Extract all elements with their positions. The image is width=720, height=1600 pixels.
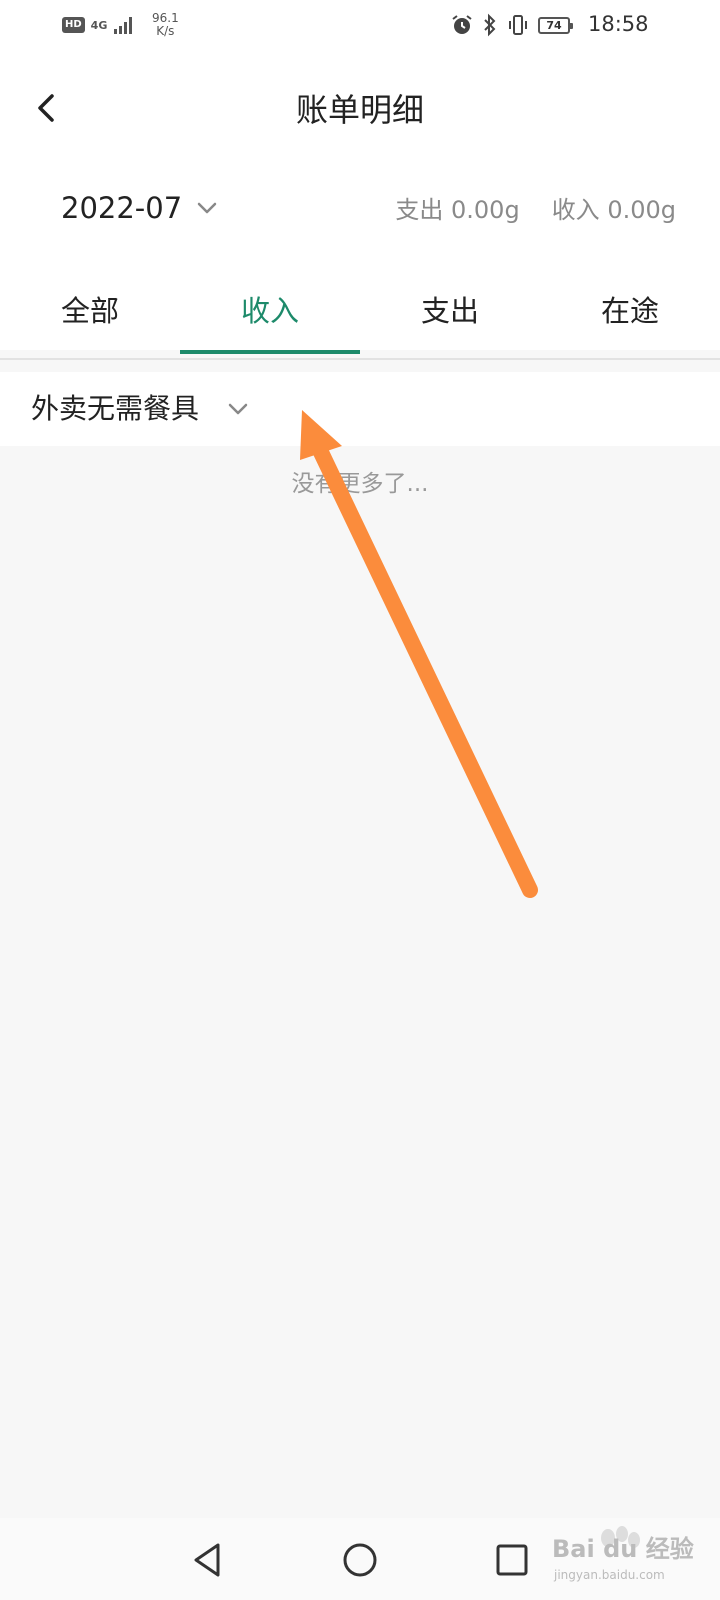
watermark-url: jingyan.baidu.com [554,1568,665,1582]
category-filter[interactable]: 外卖无需餐具 [0,372,720,446]
status-right: 74 [450,12,573,38]
network-label: 4G [90,18,108,32]
month-label: 2022-07 [61,191,183,225]
vibrate-icon [509,15,527,35]
watermark-text: Bai du 经验 [552,1535,694,1563]
header-divider [0,358,720,360]
chevron-down-icon [228,403,248,415]
income-summary: 收入 0.00g [551,196,676,224]
page-title: 账单明细 [295,91,424,129]
bluetooth-icon [484,13,496,37]
tab-expense[interactable]: 支出 [360,282,540,352]
tab-in-transit[interactable]: 在途 [540,282,720,352]
triangle-back-icon[interactable] [186,1538,230,1582]
filter-label: 外卖无需餐具 [31,392,200,425]
network-speed: 96.1 K/s [145,12,185,38]
tab-income[interactable]: 收入 [180,282,360,354]
tab-bar: 全部 收入 支出 在途 [0,282,720,354]
status-time: 18:58 [588,12,649,36]
no-more-text: 没有更多了... [291,471,429,497]
circle-home-icon[interactable] [338,1538,382,1582]
square-recent-icon[interactable] [490,1538,534,1582]
page-header: 账单明细 2022-07 支出 0.00g 收入 0.00g 全部 收入 支出 在… [0,50,720,354]
alarm-icon [452,15,472,34]
chevron-down-icon [197,202,217,214]
status-bar: HD 4G 96.1 K/s 74 18:58 [0,0,720,50]
hd-badge: HD [62,17,85,33]
battery-indicator: 74 [538,16,573,34]
tab-all[interactable]: 全部 [0,282,180,352]
signal-icon [114,17,133,34]
expense-summary: 支出 0.00g [395,196,520,224]
status-left: HD 4G 96.1 K/s [62,12,185,38]
month-summary: 支出 0.00g 收入 0.00g [395,192,676,228]
speed-unit: K/s [156,24,175,38]
month-selector[interactable]: 2022-07 [61,188,218,228]
